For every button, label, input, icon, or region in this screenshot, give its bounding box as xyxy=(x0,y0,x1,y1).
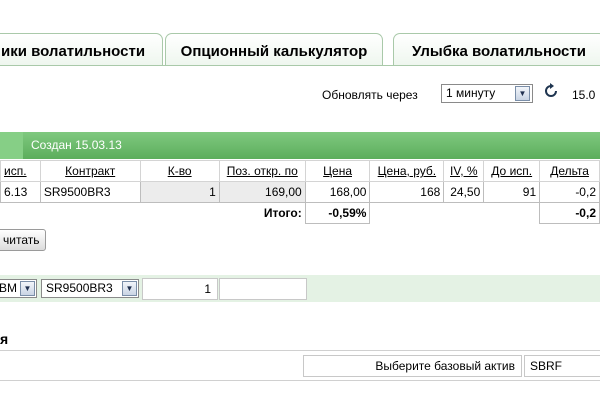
totals-delta: -0,2 xyxy=(539,202,600,224)
last-update-date: 15.0 xyxy=(572,88,596,102)
tab-option-calculator[interactable]: Опционный калькулятор xyxy=(165,33,383,66)
tab-label: ики волатильности xyxy=(1,43,146,60)
totals-price-change: -0,59% xyxy=(304,202,371,224)
tab-volatility-smile[interactable]: Улыбка волатильности xyxy=(393,33,600,66)
base-asset-select[interactable]: SBRF xyxy=(524,355,600,377)
chevron-down-icon[interactable]: ▼ xyxy=(515,86,530,101)
series-select[interactable]: BM ▼ xyxy=(0,279,37,298)
col-header-price-rub[interactable]: Цена, руб. xyxy=(369,160,445,182)
base-asset-label-cell: Выберите базовый актив xyxy=(303,355,522,377)
quantity-value: 1 xyxy=(204,282,211,296)
tab-label: Улыбка волатильности xyxy=(412,43,586,60)
portfolio-header-left xyxy=(0,132,23,159)
refresh-label: Обновлять через xyxy=(322,88,418,102)
base-asset-value: SBRF xyxy=(530,359,563,373)
cell-open-price[interactable]: 169,00 xyxy=(218,181,306,203)
cell-price-rub: 168 xyxy=(369,181,445,203)
cell-contract: SR9500BR3 xyxy=(39,181,141,203)
tab-label: Опционный калькулятор xyxy=(180,43,368,60)
cell-delta: -0,2 xyxy=(539,181,600,203)
base-asset-label: Выберите базовый актив xyxy=(375,359,515,373)
cell-price: 168,00 xyxy=(304,181,371,203)
col-header-contract[interactable]: Контракт xyxy=(39,160,141,182)
totals-label: Итого: xyxy=(263,206,302,221)
cell-quantity[interactable]: 1 xyxy=(139,181,220,203)
totals-row: Итого: -0,59% -0,2 xyxy=(1,202,600,224)
chevron-down-icon[interactable]: ▼ xyxy=(20,281,35,296)
recalculate-button[interactable]: читать xyxy=(0,229,46,251)
cell-expiry: 6.13 xyxy=(0,181,41,203)
tab-volatility-charts[interactable]: ики волатильности xyxy=(0,33,163,66)
col-header-price[interactable]: Цена xyxy=(304,160,371,182)
table-row: 6.13 SR9500BR3 1 169,00 168,00 168 24,50… xyxy=(0,181,600,203)
bottom-divider xyxy=(0,380,600,381)
open-price-input[interactable] xyxy=(219,278,307,300)
cell-days-to-expiry: 91 xyxy=(483,181,541,203)
col-header-iv[interactable]: IV, % xyxy=(443,160,485,182)
col-header-quantity[interactable]: К-во xyxy=(139,160,220,182)
col-header-days-to-expiry[interactable]: До исп. xyxy=(483,160,541,182)
portfolio-created-label: Создан 15.03.13 xyxy=(31,138,122,152)
cell-iv: 24,50 xyxy=(443,181,485,203)
chevron-down-icon[interactable]: ▼ xyxy=(122,281,137,296)
section-title: я xyxy=(0,331,9,347)
col-header-expiry[interactable]: исп. xyxy=(0,160,41,182)
section-divider xyxy=(0,350,600,351)
table-header-row: исп. Контракт К-во Поз. откр. по Цена Це… xyxy=(0,160,600,182)
col-header-open-price[interactable]: Поз. откр. по xyxy=(218,160,306,182)
refresh-interval-value: 1 минуту xyxy=(446,86,496,100)
positions-table: исп. Контракт К-во Поз. откр. по Цена Це… xyxy=(0,160,600,224)
refresh-icon[interactable] xyxy=(543,83,559,102)
contract-value: SR9500BR3 xyxy=(46,281,113,295)
contract-select[interactable]: SR9500BR3 ▼ xyxy=(41,279,139,298)
portfolio-header: Создан 15.03.13 xyxy=(0,132,600,159)
tab-underline xyxy=(0,65,600,66)
quantity-input[interactable]: 1 xyxy=(142,278,218,300)
col-header-delta[interactable]: Дельта xyxy=(539,160,600,182)
refresh-interval-select[interactable]: 1 минуту ▼ xyxy=(441,84,533,103)
series-value: BM xyxy=(0,281,17,295)
